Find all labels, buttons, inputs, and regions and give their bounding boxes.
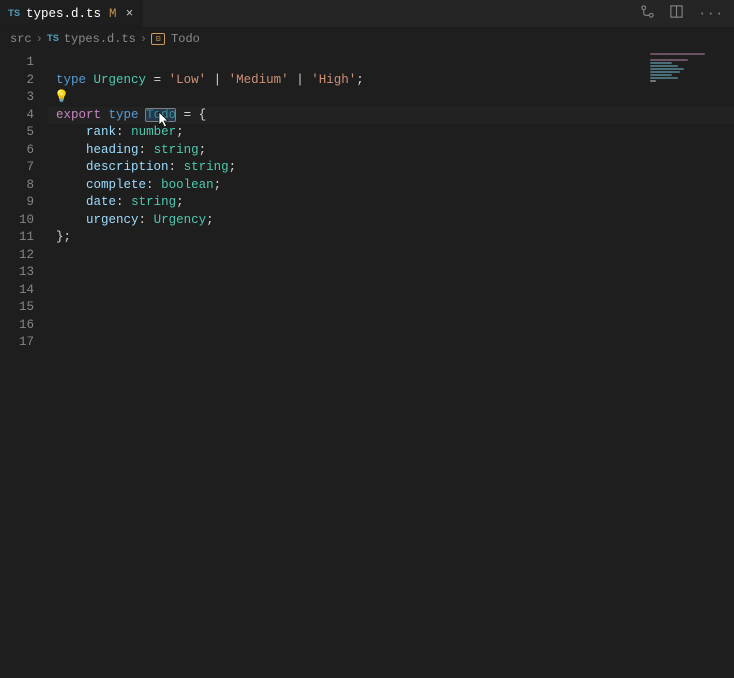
split-editor-icon[interactable] (669, 4, 684, 23)
minimap-line (650, 59, 688, 61)
code-line[interactable]: type Urgency = 'Low' | 'Medium' | 'High'… (48, 72, 734, 90)
code-line[interactable] (48, 299, 734, 317)
breadcrumb-src[interactable]: src (10, 32, 32, 46)
line-number: 7 (0, 159, 48, 177)
tab-bar-spacer (143, 0, 631, 27)
more-icon[interactable]: ··· (698, 7, 724, 21)
minimap-line (650, 77, 678, 79)
line-number: 15 (0, 299, 48, 317)
editor-actions: ··· (630, 0, 734, 27)
code-line[interactable]: heading: string; (48, 142, 734, 160)
code-area[interactable]: type Urgency = 'Low' | 'Medium' | 'High'… (48, 50, 734, 678)
line-number: 14 (0, 282, 48, 300)
chevron-right-icon: › (36, 32, 43, 46)
line-number: 1 (0, 54, 48, 72)
tab-types-d-ts[interactable]: TS types.d.ts M × (0, 0, 143, 27)
minimap-line (650, 53, 705, 55)
minimap-line (650, 74, 672, 76)
line-number: 3 (0, 89, 48, 107)
minimap-line (650, 65, 678, 67)
minimap-line (650, 71, 680, 73)
code-line[interactable] (48, 282, 734, 300)
chevron-right-icon: › (140, 32, 147, 46)
code-line[interactable] (48, 89, 734, 107)
tab-bar: TS types.d.ts M × ··· (0, 0, 734, 28)
code-line[interactable]: description: string; (48, 159, 734, 177)
minimap[interactable] (650, 50, 730, 650)
code-line[interactable]: export type Todo = { (48, 107, 734, 125)
editor[interactable]: 1234567891011121314151617 type Urgency =… (0, 50, 734, 678)
code-line[interactable] (48, 317, 734, 335)
breadcrumb-symbol[interactable]: Todo (171, 32, 200, 46)
tab-filename: types.d.ts (26, 7, 101, 21)
code-line[interactable] (48, 247, 734, 265)
minimap-line (650, 68, 684, 70)
tab-dirty-marker: M (109, 7, 117, 21)
lightbulb-icon[interactable]: 💡 (54, 89, 69, 104)
breadcrumb-file[interactable]: types.d.ts (64, 32, 136, 46)
code-line[interactable]: }; (48, 229, 734, 247)
line-number: 13 (0, 264, 48, 282)
code-line[interactable] (48, 334, 734, 352)
file-type-icon: TS (47, 34, 59, 45)
line-number-gutter: 1234567891011121314151617 (0, 50, 48, 678)
line-number: 6 (0, 142, 48, 160)
file-type-icon: TS (8, 9, 20, 20)
minimap-line (650, 62, 672, 64)
code-line[interactable]: complete: boolean; (48, 177, 734, 195)
line-number: 16 (0, 317, 48, 335)
symbol-interface-icon: ⊡ (151, 33, 165, 45)
line-number: 10 (0, 212, 48, 230)
line-number: 2 (0, 72, 48, 90)
line-number: 12 (0, 247, 48, 265)
tab-close-button[interactable]: × (123, 7, 137, 21)
line-number: 5 (0, 124, 48, 142)
compare-changes-icon[interactable] (640, 4, 655, 23)
code-line[interactable]: rank: number; (48, 124, 734, 142)
breadcrumb[interactable]: src › TS types.d.ts › ⊡ Todo (0, 28, 734, 50)
minimap-line (650, 80, 656, 82)
code-line[interactable]: date: string; (48, 194, 734, 212)
code-line[interactable]: urgency: Urgency; (48, 212, 734, 230)
code-line[interactable] (48, 54, 734, 72)
line-number: 11 (0, 229, 48, 247)
line-number: 17 (0, 334, 48, 352)
line-number: 4 (0, 107, 48, 125)
code-line[interactable] (48, 264, 734, 282)
line-number: 8 (0, 177, 48, 195)
line-number: 9 (0, 194, 48, 212)
